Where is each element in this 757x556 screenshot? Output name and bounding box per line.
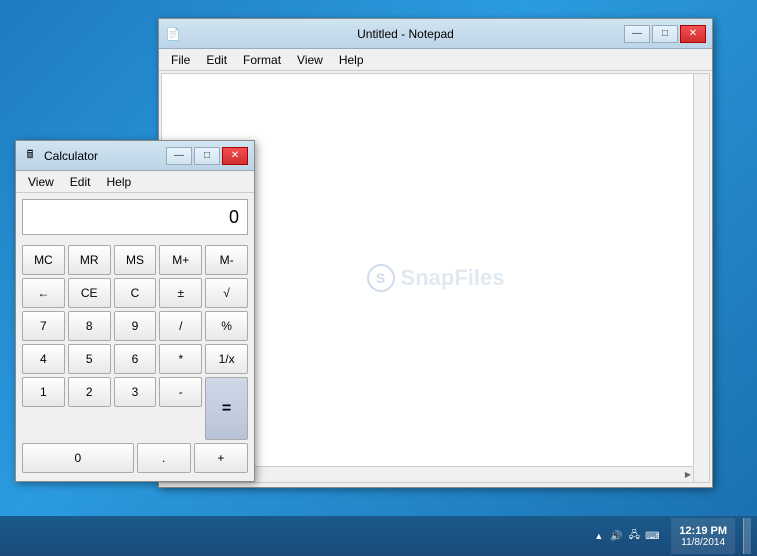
calculator-app-icon: 🖩 bbox=[22, 148, 38, 164]
show-desktop-button[interactable] bbox=[743, 518, 751, 554]
calc-btn-percent[interactable]: % bbox=[205, 311, 248, 341]
watermark-text: SnapFiles bbox=[401, 265, 505, 291]
taskbar-right: ▲ 🔊 🖧 ⌨ 12:19 PM 11/8/2014 bbox=[586, 516, 751, 556]
calculator-memory-row: MC MR MS M+ M- bbox=[22, 245, 248, 275]
system-tray: ▲ 🔊 🖧 ⌨ bbox=[586, 516, 665, 556]
taskbar: ▲ 🔊 🖧 ⌨ 12:19 PM 11/8/2014 bbox=[0, 516, 757, 556]
calculator-menu-help[interactable]: Help bbox=[98, 173, 139, 191]
clock-time: 12:19 PM bbox=[679, 525, 727, 537]
calc-btn-equals[interactable]: = bbox=[205, 377, 248, 440]
calc-btn-backspace[interactable]: ← bbox=[22, 278, 65, 308]
calc-btn-5[interactable]: 5 bbox=[68, 344, 111, 374]
clock[interactable]: 12:19 PM 11/8/2014 bbox=[671, 518, 735, 554]
notepad-titlebar: 📄 Untitled - Notepad — □ ✕ bbox=[159, 19, 712, 49]
notepad-app-icon: 📄 bbox=[165, 26, 181, 42]
calc-btn-ms[interactable]: MS bbox=[114, 245, 157, 275]
notepad-menu-format[interactable]: Format bbox=[235, 51, 289, 69]
calculator-window-controls: — □ ✕ bbox=[166, 147, 248, 165]
calculator-display: 0 bbox=[22, 199, 248, 235]
calculator-menu-edit[interactable]: Edit bbox=[62, 173, 99, 191]
notepad-title: Untitled - Notepad bbox=[187, 27, 624, 41]
calculator-row5: 0 . + bbox=[22, 443, 248, 473]
tray-speaker-icon[interactable]: 🔊 bbox=[609, 529, 623, 543]
calculator-row1: ← CE C ± √ bbox=[22, 278, 248, 308]
calc-btn-8[interactable]: 8 bbox=[68, 311, 111, 341]
notepad-menu-edit[interactable]: Edit bbox=[198, 51, 235, 69]
calculator-row2: 7 8 9 / % bbox=[22, 311, 248, 341]
tray-keyboard-icon[interactable]: ⌨ bbox=[645, 529, 659, 543]
watermark: S SnapFiles bbox=[367, 264, 505, 292]
watermark-icon: S bbox=[367, 264, 395, 292]
calc-btn-ce[interactable]: CE bbox=[68, 278, 111, 308]
calc-btn-6[interactable]: 6 bbox=[114, 344, 157, 374]
notepad-maximize-button[interactable]: □ bbox=[652, 25, 678, 43]
calc-btn-1[interactable]: 1 bbox=[22, 377, 65, 407]
calc-btn-sqrt[interactable]: √ bbox=[205, 278, 248, 308]
calculator-menubar: View Edit Help bbox=[16, 171, 254, 193]
calc-btn-3[interactable]: 3 bbox=[114, 377, 157, 407]
calc-btn-4[interactable]: 4 bbox=[22, 344, 65, 374]
scroll-right-arrow: ▶ bbox=[685, 470, 691, 479]
calculator-maximize-button[interactable]: □ bbox=[194, 147, 220, 165]
calc-btn-reciprocal[interactable]: 1/x bbox=[205, 344, 248, 374]
calculator-row4: 1 2 3 - = bbox=[22, 377, 248, 440]
notepad-scrollbar-vertical[interactable] bbox=[693, 74, 709, 482]
calculator-menu-view[interactable]: View bbox=[20, 173, 62, 191]
notepad-menubar: File Edit Format View Help bbox=[159, 49, 712, 71]
tray-network-icon[interactable]: 🖧 bbox=[627, 529, 641, 543]
clock-date: 11/8/2014 bbox=[681, 537, 725, 548]
calc-btn-mplus[interactable]: M+ bbox=[159, 245, 202, 275]
notepad-close-button[interactable]: ✕ bbox=[680, 25, 706, 43]
notepad-window-controls: — □ ✕ bbox=[624, 25, 706, 43]
calculator-display-value: 0 bbox=[229, 207, 239, 228]
calc-btn-plusminus[interactable]: ± bbox=[159, 278, 202, 308]
notepad-menu-file[interactable]: File bbox=[163, 51, 198, 69]
calc-btn-c[interactable]: C bbox=[114, 278, 157, 308]
calculator-close-button[interactable]: ✕ bbox=[222, 147, 248, 165]
calculator-title: Calculator bbox=[44, 149, 166, 163]
calc-btn-multiply[interactable]: * bbox=[159, 344, 202, 374]
calc-btn-decimal[interactable]: . bbox=[137, 443, 191, 473]
calculator-minimize-button[interactable]: — bbox=[166, 147, 192, 165]
calculator-keypad: MC MR MS M+ M- ← CE C ± √ 7 8 9 / % 4 5 … bbox=[16, 241, 254, 481]
calc-btn-9[interactable]: 9 bbox=[114, 311, 157, 341]
tray-expand-icon[interactable]: ▲ bbox=[592, 529, 605, 543]
calc-btn-subtract[interactable]: - bbox=[159, 377, 202, 407]
calc-btn-mr[interactable]: MR bbox=[68, 245, 111, 275]
notepad-menu-view[interactable]: View bbox=[289, 51, 331, 69]
calc-btn-7[interactable]: 7 bbox=[22, 311, 65, 341]
calc-btn-divide[interactable]: / bbox=[159, 311, 202, 341]
calc-btn-0[interactable]: 0 bbox=[22, 443, 134, 473]
notepad-minimize-button[interactable]: — bbox=[624, 25, 650, 43]
calc-btn-2[interactable]: 2 bbox=[68, 377, 111, 407]
calculator-window[interactable]: 🖩 Calculator — □ ✕ View Edit Help 0 MC M… bbox=[15, 140, 255, 482]
notepad-menu-help[interactable]: Help bbox=[331, 51, 372, 69]
calculator-row3: 4 5 6 * 1/x bbox=[22, 344, 248, 374]
calc-btn-mc[interactable]: MC bbox=[22, 245, 65, 275]
calc-btn-mminus[interactable]: M- bbox=[205, 245, 248, 275]
calculator-titlebar: 🖩 Calculator — □ ✕ bbox=[16, 141, 254, 171]
calc-btn-add[interactable]: + bbox=[194, 443, 248, 473]
